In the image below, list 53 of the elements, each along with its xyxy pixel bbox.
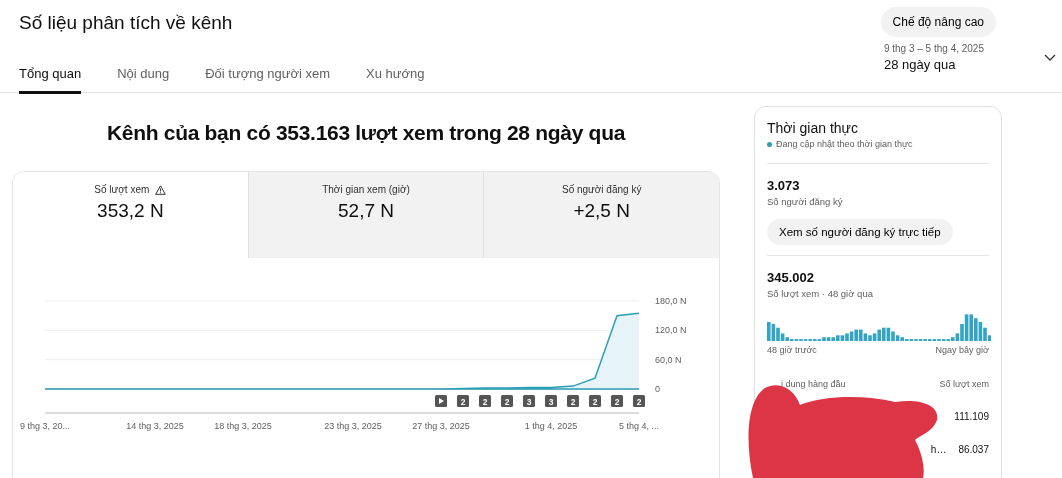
y-tick-label: 0 (655, 384, 660, 394)
spark-end-label: Ngay bây giờ (935, 345, 989, 355)
realtime-status: Đang cập nhật theo thời gian thực (776, 139, 913, 149)
video-marker[interactable] (435, 395, 447, 407)
realtime-title: Thời gian thực (767, 120, 859, 136)
metric-value: 353,2 N (97, 200, 164, 222)
page-title: Số liệu phân tích về kênh (19, 12, 234, 34)
video-count-marker[interactable]: 2 (633, 395, 645, 407)
views-label: Số lượt xem · 48 giờ qua (767, 288, 874, 299)
metric-label: Số người đăng ký (561, 184, 642, 195)
x-tick-label: 9 thg 3, 20... (20, 421, 70, 431)
y-tick-label: 60,0 N (655, 354, 682, 365)
nav-tab[interactable]: Xu hướng (366, 56, 425, 94)
spark-start-label: 48 giờ trước (767, 345, 817, 355)
views-count: 345.002 (767, 270, 815, 285)
video-count-marker[interactable]: 2 (611, 395, 623, 407)
x-tick-label: 1 thg 4, 2025 (524, 421, 578, 431)
video-count-marker[interactable]: 3 (545, 395, 557, 407)
metric-tab[interactable]: Thời gian xem (giờ) 52,7 N (247, 172, 484, 258)
column-header: Số lượt xem (939, 379, 989, 389)
subscriber-count: 3.073 (767, 178, 801, 193)
video-count-marker[interactable]: 2 (501, 395, 513, 407)
chevron-down-icon[interactable] (1044, 53, 1056, 62)
nav-tab[interactable]: Nội dung (117, 56, 170, 94)
x-tick-label: 18 thg 3, 2025 (214, 421, 272, 431)
content-title: h… (930, 444, 947, 455)
video-count-marker[interactable]: 2 (479, 395, 491, 407)
summary-headline: Kênh của bạn có 353.163 lượt xem trong 28 ngày qua (105, 121, 627, 145)
metric-label: Số lượt xem (94, 184, 150, 195)
view-count: 86.037 (958, 444, 989, 455)
view-count: 111.109 (954, 411, 989, 422)
nav-tab[interactable]: Tổng quan (19, 56, 82, 94)
metric-tab[interactable]: Số người đăng ký +2,5 N (483, 172, 719, 258)
live-subscribers-button[interactable]: Xem số người đăng ký trực tiếp (767, 219, 953, 245)
y-tick-label: 120,0 N (655, 325, 687, 336)
subscriber-label: Số người đăng ký (767, 196, 844, 207)
video-count-marker[interactable]: 3 (523, 395, 535, 407)
advanced-mode-button[interactable]: Chế độ nâng cao (880, 7, 996, 37)
x-tick-label: 27 thg 3, 2025 (412, 421, 470, 431)
metric-value: +2,5 N (573, 200, 630, 222)
video-count-marker[interactable]: 2 (457, 395, 469, 407)
x-tick-label: 5 thg 4, ... (619, 421, 659, 431)
y-tick-label: 180,0 N (655, 296, 687, 306)
column-header: i dung hàng đầu (781, 379, 846, 389)
date-range-text: 9 thg 3 – 5 thg 4, 2025 (883, 43, 984, 54)
x-tick-label: 23 thg 3, 2025 (324, 421, 382, 431)
nav-tab[interactable]: Đối tượng người xem (205, 56, 330, 94)
video-count-marker[interactable]: 2 (589, 395, 601, 407)
metric-label: Thời gian xem (giờ) (322, 184, 410, 195)
period-label[interactable]: 28 ngày qua (883, 57, 984, 72)
video-count-marker[interactable]: 2 (567, 395, 579, 407)
metric-value: 52,7 N (338, 200, 394, 222)
x-tick-label: 14 thg 3, 2025 (126, 421, 184, 431)
